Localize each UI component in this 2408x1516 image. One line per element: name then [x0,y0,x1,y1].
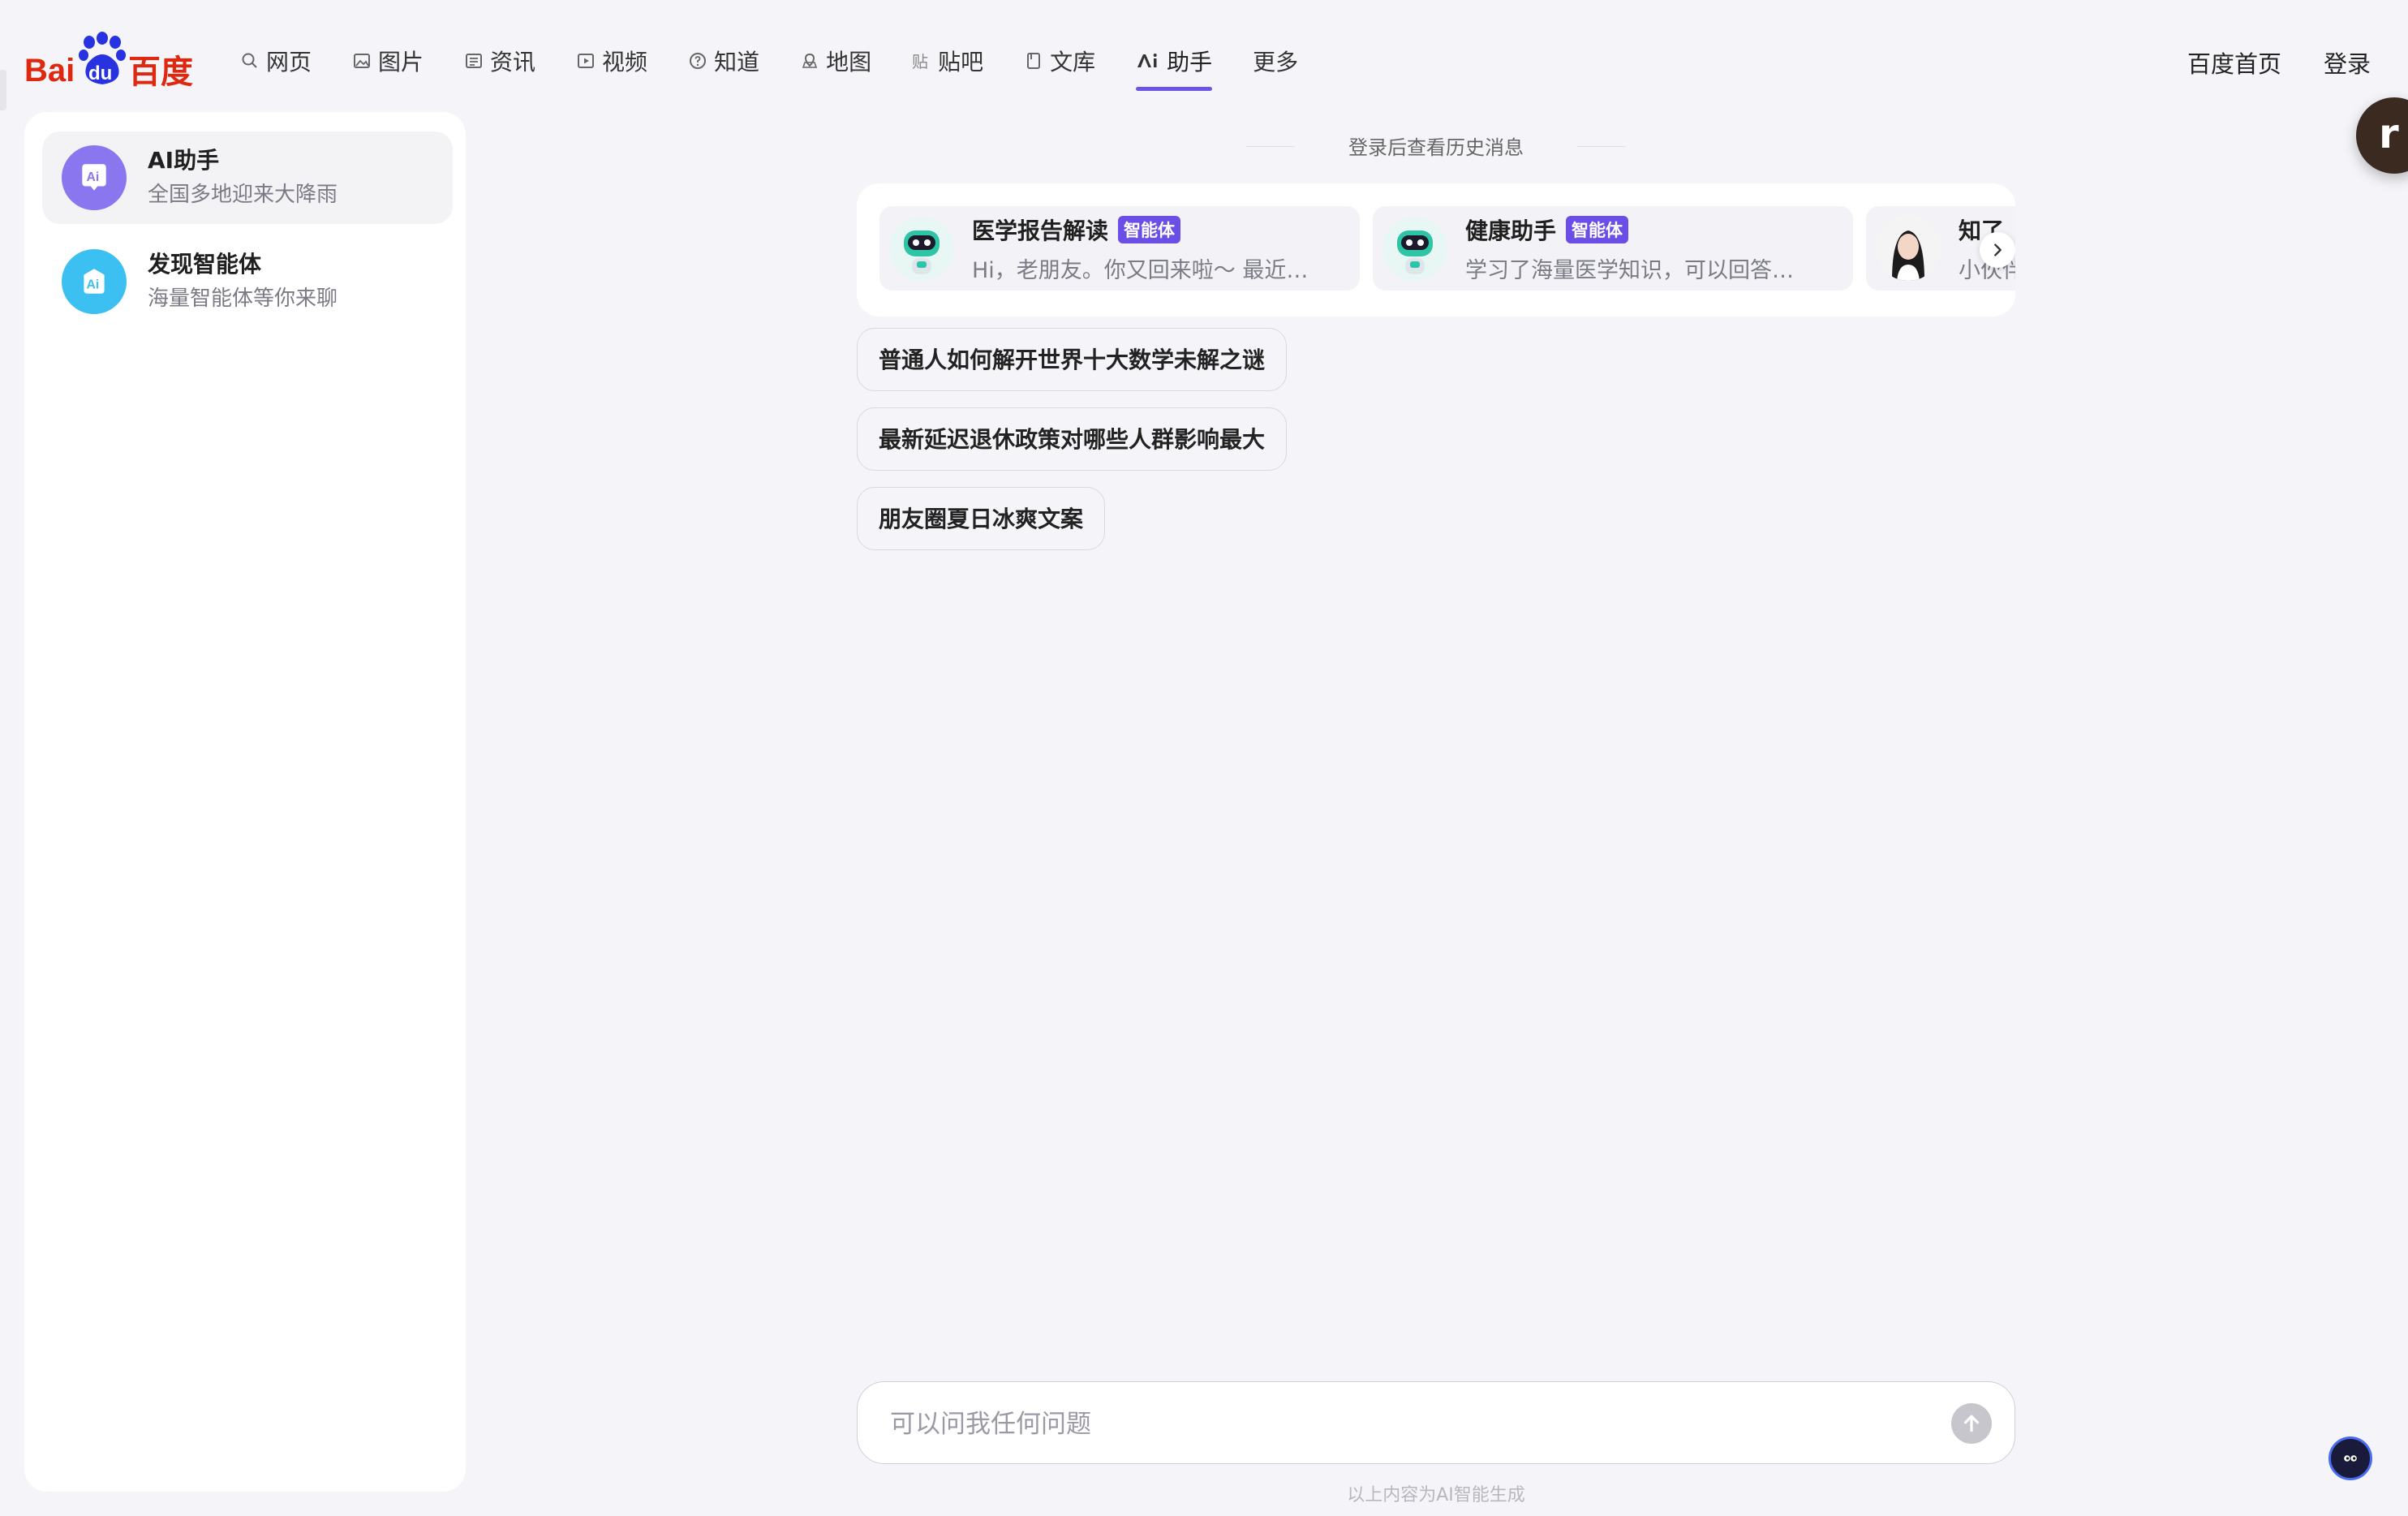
nav-news[interactable]: 资讯 [464,42,535,80]
logo-du: du [88,62,112,84]
nav-wenku[interactable]: 文库 [1024,42,1095,80]
chevron-right-icon [1994,243,2002,256]
nav-label: 更多 [1253,49,1299,75]
agent-badge: 智能体 [1566,215,1629,243]
nav-tieba[interactable]: 贴 贴吧 [912,42,983,80]
nav-more[interactable]: 更多 [1253,42,1298,80]
nav-label: 贴吧 [938,49,984,75]
agent-carousel: 医学报告解读 智能体 Hi，老朋友。你又回来啦～ 最近… 健康助手 智能体 学习… [857,183,2015,317]
chat-input[interactable] [888,1402,1914,1447]
carousel-next-button[interactable] [1980,232,2015,268]
top-nav: 网页 图片 资讯 视频 知道 地图 贴 贴吧 文库 助手 更多 [240,42,1339,91]
login-link[interactable]: 登录 [2324,45,2371,80]
sidebar: Ai AI助手 全国多地迎来大降雨 Ai 发现智能体 海量智能体等你来聊 [24,112,466,1492]
map-icon [802,53,818,68]
logo-bai: Bai [24,53,75,88]
floating-assistant-button[interactable] [2328,1436,2372,1480]
news-icon [466,54,483,68]
tieba-icon: 贴 [912,52,928,71]
nav-label: 文库 [1050,49,1096,75]
chat-input-box [857,1381,2015,1464]
ai-icon [1137,54,1157,67]
image-icon [354,54,371,68]
nav-label: 图片 [378,49,424,75]
search-icon [242,53,257,68]
video-icon [578,54,595,68]
baidu-home-link[interactable]: 百度首页 [2187,45,2281,80]
sidebar-item-subtitle: 海量智能体等你来聊 [148,286,338,311]
suggestion-chip[interactable]: 朋友圈夏日冰爽文案 [857,487,1106,550]
nav-label: 资讯 [490,49,536,75]
send-button[interactable] [1951,1403,1992,1444]
nav-images[interactable]: 图片 [352,42,424,80]
nav-label: 视频 [602,49,648,75]
arrow-up-icon [1963,1415,1980,1432]
sidebar-item-discover-agent[interactable]: Ai 发现智能体 海量智能体等你来聊 [42,235,453,328]
doc-icon [1027,53,1041,69]
woman-avatar-icon [1876,216,1941,281]
nav-web[interactable]: 网页 [240,42,312,80]
suggestion-chip[interactable]: 普通人如何解开世界十大数学未解之谜 [857,328,1288,391]
sidebar-item-title: 发现智能体 [148,251,262,278]
svg-text:贴: 贴 [912,52,928,71]
svg-text:Ai: Ai [87,278,100,291]
suggestion-chip[interactable]: 最新延迟退休政策对哪些人群影响最大 [857,407,1288,471]
agent-name: 医学报告解读 [972,217,1109,244]
nav-label: 网页 [266,49,312,75]
nav-label: 助手 [1167,49,1213,75]
robot-avatar-icon [889,216,954,281]
question-icon [690,53,707,69]
header-right: 百度首页 登录 [2187,45,2371,80]
agent-card-health-assistant[interactable]: 健康助手 智能体 学习了海量医学知识，可以回答… [1373,206,1853,291]
ai-assistant-icon: Ai [62,145,127,210]
agent-desc: Hi，老朋友。你又回来啦～ 最近… [972,257,1309,283]
discover-agent-icon: Ai [62,249,127,314]
nav-label: 知道 [714,49,760,75]
nav-label: 地图 [826,49,872,75]
floating-user-avatar[interactable]: r [2356,97,2408,174]
ai-disclaimer: 以上内容为AI智能生成 [1347,1485,1525,1505]
nav-map[interactable]: 地图 [800,42,871,80]
nav-assistant[interactable]: 助手 [1136,42,1213,91]
nav-video[interactable]: 视频 [576,42,647,80]
eyes-icon [2344,1455,2357,1462]
nav-zhidao[interactable]: 知道 [688,42,759,80]
agent-card-medical-report[interactable]: 医学报告解读 智能体 Hi，老朋友。你又回来啦～ 最近… [879,206,1360,291]
logo-cn: 百度 [128,54,193,88]
sidebar-item-title: AI助手 [148,147,220,174]
history-login-tip[interactable]: 登录后查看历史消息 [1246,131,1626,160]
sidebar-item-ai-assistant[interactable]: Ai AI助手 全国多地迎来大降雨 [42,131,453,224]
robot-avatar-icon [1382,216,1447,281]
baidu-logo[interactable]: Bai du 百度 [24,31,196,88]
agent-desc: 学习了海量医学知识，可以回答… [1465,257,1794,283]
left-edge-tab[interactable] [0,70,6,110]
agent-name: 健康助手 [1465,217,1557,244]
svg-text:Ai: Ai [87,170,100,184]
agent-badge: 智能体 [1118,215,1181,243]
sidebar-item-subtitle: 全国多地迎来大降雨 [148,183,338,207]
